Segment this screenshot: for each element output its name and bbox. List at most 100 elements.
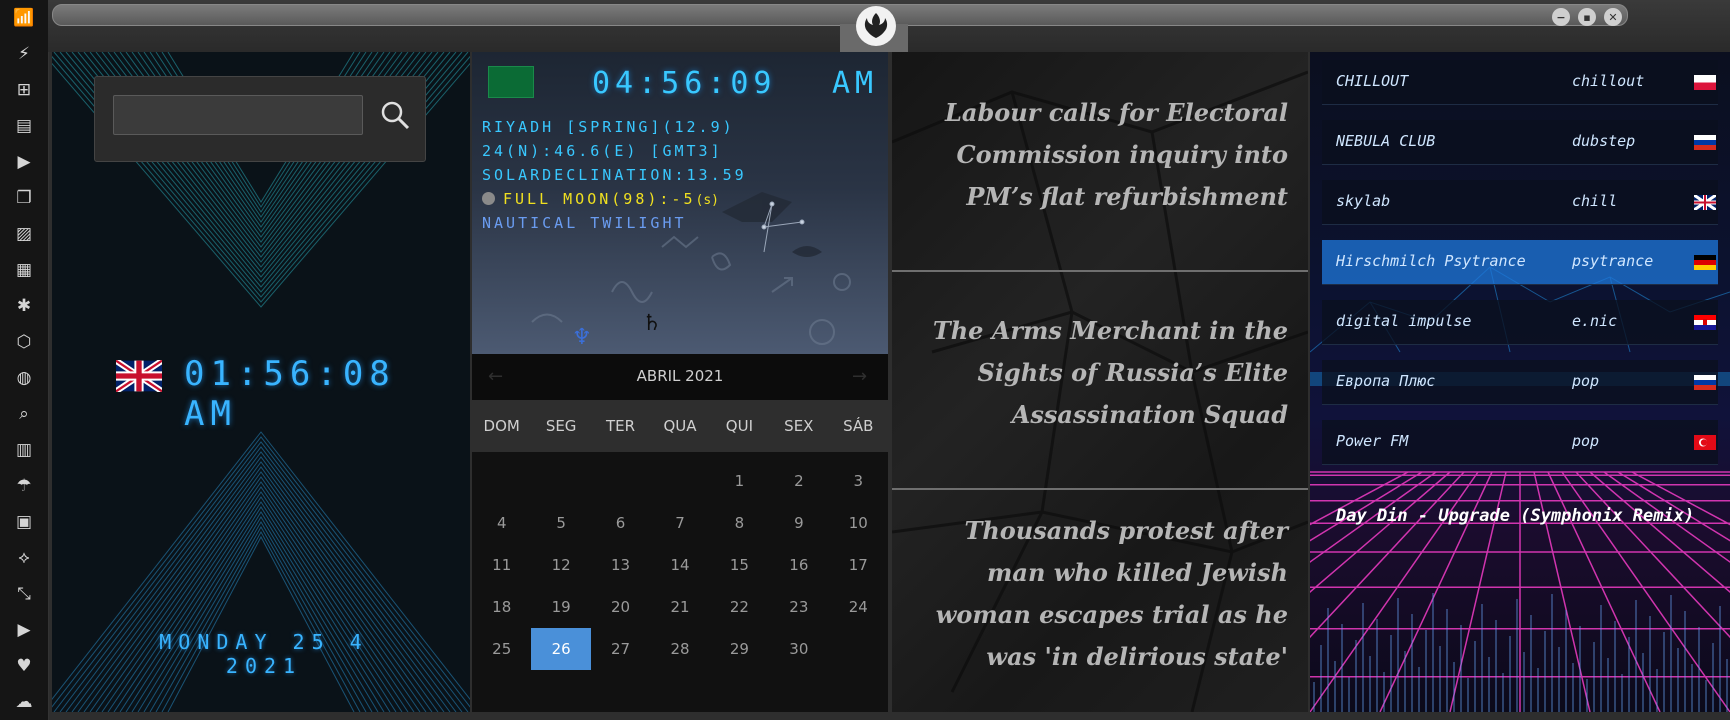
calendar-day[interactable]: 23: [769, 586, 828, 628]
calendar-day[interactable]: 25: [472, 628, 531, 670]
cloud-icon[interactable]: ☁: [12, 690, 36, 714]
maximize-button[interactable]: ▪: [1578, 8, 1596, 26]
calendar-day[interactable]: 9: [769, 502, 828, 544]
calendar-day[interactable]: 24: [829, 586, 888, 628]
news-headline-2[interactable]: The Arms Merchant in the Sights of Russi…: [912, 310, 1288, 436]
calendar-day: [472, 460, 531, 502]
calendar-day[interactable]: 18: [472, 586, 531, 628]
windows-icon[interactable]: ⊞: [12, 78, 36, 102]
radio-station-row[interactable]: NEBULA CLUB dubstep: [1322, 120, 1718, 165]
search-input[interactable]: [113, 95, 363, 135]
wifi-icon[interactable]: 📶: [12, 6, 36, 30]
solar-declination-line: SOLARDECLINATION:13.59: [482, 166, 747, 184]
calendar-day[interactable]: 15: [710, 544, 769, 586]
station-genre: pop: [1572, 432, 1600, 450]
contact-icon[interactable]: ▣: [12, 510, 36, 534]
weekday-label: SEX: [784, 417, 814, 435]
archive-icon[interactable]: ▤: [12, 114, 36, 138]
station-name: Hirschmilch Psytrance: [1336, 252, 1526, 270]
weekday-header: DOM SEG TER QUA QUI SEX SÁB: [472, 400, 888, 452]
calendar-day[interactable]: 20: [591, 586, 650, 628]
calendar-day[interactable]: 8: [710, 502, 769, 544]
link-icon[interactable]: ⟡: [12, 546, 36, 570]
uk-clock-time: 01:56:08 AM: [184, 354, 396, 434]
search-icon[interactable]: [379, 99, 411, 131]
radio-station-row[interactable]: skylab chill: [1322, 180, 1718, 225]
radio-station-row[interactable]: CHILLOUT chillout: [1322, 60, 1718, 105]
svg-text:♆: ♆: [572, 325, 592, 350]
calendar-day[interactable]: 28: [650, 628, 709, 670]
germany-flag-icon: [1694, 255, 1716, 270]
calendar-day[interactable]: 2: [769, 460, 828, 502]
expand-icon[interactable]: ⤡: [12, 582, 36, 606]
calendar-day[interactable]: 7: [650, 502, 709, 544]
next-month-button[interactable]: →: [852, 366, 867, 387]
heart-icon[interactable]: ♥: [12, 654, 36, 678]
calendar-day[interactable]: 27: [591, 628, 650, 670]
calendar-day[interactable]: 11: [472, 544, 531, 586]
saudi-flag-icon: [488, 66, 534, 98]
news-headline-3[interactable]: Thousands protest after man who killed J…: [912, 510, 1288, 678]
calendar-month-title: ABRIL 2021: [636, 367, 724, 385]
rebel-alliance-logo[interactable]: [856, 6, 896, 46]
riyadh-clock-time: 04:56:09: [592, 66, 777, 101]
youtube-icon[interactable]: ▶: [12, 618, 36, 642]
moon-phase-suffix: (s): [695, 193, 719, 208]
title-track[interactable]: [52, 4, 1628, 26]
radio-station-row[interactable]: Европа Плюс pop: [1322, 360, 1718, 405]
station-name: Европа Плюс: [1336, 372, 1436, 390]
station-genre: pop: [1572, 372, 1600, 390]
calendar-day[interactable]: 12: [531, 544, 590, 586]
minimize-button[interactable]: −: [1552, 8, 1570, 26]
radio-station-row[interactable]: Power FM pop: [1322, 420, 1718, 465]
globe-icon[interactable]: ◍: [12, 366, 36, 390]
close-button[interactable]: ✕: [1604, 8, 1622, 26]
calendar-panel: ♆ ♄ 04:56:09 AM RIYADH [SPRING](12.9) 24…: [472, 52, 888, 712]
calendar-day[interactable]: 6: [591, 502, 650, 544]
play-icon[interactable]: ▶: [12, 150, 36, 174]
image-icon[interactable]: ▨: [12, 222, 36, 246]
calendar-day[interactable]: 1: [710, 460, 769, 502]
calendar-day: [829, 628, 888, 670]
calendar-day[interactable]: 13: [591, 544, 650, 586]
calendar-day[interactable]: 10: [829, 502, 888, 544]
radio-panel: CHILLOUT chillout NEBULA CLUB dubstep skylab…: [1310, 52, 1730, 712]
calendar-day[interactable]: 17: [829, 544, 888, 586]
calendar-day[interactable]: 4: [472, 502, 531, 544]
calendar-day[interactable]: 16: [769, 544, 828, 586]
calendar-day[interactable]: 14: [650, 544, 709, 586]
search-icon[interactable]: ⌕: [12, 402, 36, 426]
russia-flag-icon: [1694, 375, 1716, 390]
clock-panel: 01:56:08 AM MONDAY 25 4 2021: [52, 52, 470, 712]
news-headline-1[interactable]: Labour calls for Electoral Commission in…: [912, 92, 1288, 218]
weekday-label: DOM: [483, 417, 520, 435]
calendar-day[interactable]: 5: [531, 502, 590, 544]
aperture-icon[interactable]: ✱: [12, 294, 36, 318]
radio-station-row[interactable]: digital impulse e.nic: [1322, 300, 1718, 345]
rebel-icon: [864, 13, 888, 38]
calendar-grid: 1 2 3 4 5 6 7 8 9 10 11 12 13 14 15 16 17 18 19 20 21 22 23 24 2…: [472, 460, 888, 670]
umbrella-icon[interactable]: ☂: [12, 474, 36, 498]
book-icon[interactable]: ❐: [12, 186, 36, 210]
calendar-day[interactable]: 19: [531, 586, 590, 628]
map-icon[interactable]: ▥: [12, 438, 36, 462]
shield-hex-icon[interactable]: ⬡: [12, 330, 36, 354]
calendar-day[interactable]: 3: [829, 460, 888, 502]
russia-flag-icon: [1694, 135, 1716, 150]
calendar-day: [591, 460, 650, 502]
calendar-day: [650, 460, 709, 502]
station-genre: psytrance: [1572, 252, 1654, 270]
station-name: Power FM: [1336, 432, 1409, 450]
calendar-day[interactable]: 22: [710, 586, 769, 628]
news-panel: Labour calls for Electoral Commission in…: [892, 52, 1308, 712]
calendar-day[interactable]: 29: [710, 628, 769, 670]
radio-station-row[interactable]: Hirschmilch Psytrance psytrance: [1322, 240, 1718, 285]
bolt-icon[interactable]: ⚡: [12, 42, 36, 66]
station-genre: dubstep: [1572, 132, 1636, 150]
coordinates-line: 24(N):46.6(E) [GMT3]: [482, 142, 723, 160]
calendar-day[interactable]: 21: [650, 586, 709, 628]
location-line: RIYADH [SPRING](12.9): [482, 118, 735, 136]
news-icon[interactable]: ▦: [12, 258, 36, 282]
calendar-day[interactable]: 30: [769, 628, 828, 670]
calendar-day-selected[interactable]: 26: [531, 628, 591, 670]
